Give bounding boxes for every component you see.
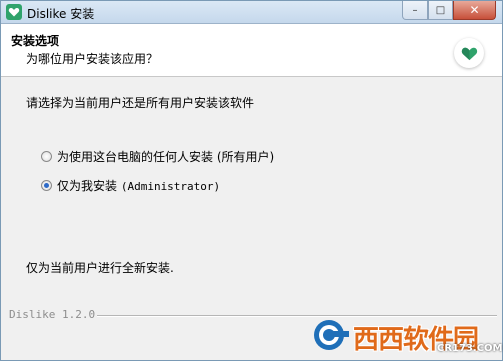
option-description: 仅为当前用户进行全新安装.: [26, 261, 174, 275]
page-header: 安装选项 为哪位用户安装该应用？: [1, 24, 502, 77]
window-title: Dislike 安装: [27, 7, 95, 21]
page-title: 安装选项: [11, 34, 60, 48]
all-users-label[interactable]: 为使用这台电脑的任何人安装 (所有用户): [57, 148, 274, 165]
watermark-url: CR173.COM: [437, 343, 503, 354]
app-logo: [454, 38, 484, 68]
install-scope-prompt: 请选择为当前用户还是所有用户安装该软件: [26, 96, 255, 110]
option-all-users[interactable]: 为使用这台电脑的任何人安装 (所有用户): [41, 148, 274, 165]
current-user-label[interactable]: 仅为我安装 (Administrator): [57, 177, 220, 194]
app-heart-icon: [6, 4, 22, 20]
watermark-logo-icon: [314, 320, 349, 350]
all-users-radio[interactable]: [41, 151, 52, 162]
option-current-user[interactable]: 仅为我安装 (Administrator): [41, 177, 220, 194]
maximize-button[interactable]: □: [428, 1, 453, 20]
current-user-name: (Administrator): [120, 180, 221, 193]
minimize-button[interactable]: –: [402, 1, 428, 20]
current-user-label-prefix: 仅为我安装: [57, 179, 121, 193]
current-user-radio[interactable]: [41, 180, 52, 191]
maximize-icon: □: [435, 4, 446, 16]
watermark: 西西软件园 CR173.COM: [309, 313, 503, 357]
installer-branding: Dislike 1.2.0: [9, 308, 96, 321]
close-button[interactable]: ✕: [453, 1, 496, 20]
page-subtitle: 为哪位用户安装该应用？: [26, 52, 159, 66]
heart-logo-icon: [461, 47, 477, 60]
installer-window: Dislike 安装 – □ ✕ 安装选项 为哪位用户安装该应用？ 请选择为当前…: [0, 0, 503, 361]
minimize-icon: –: [412, 4, 418, 16]
title-bar[interactable]: Dislike 安装 – □ ✕: [1, 1, 502, 24]
close-icon: ✕: [469, 3, 480, 17]
